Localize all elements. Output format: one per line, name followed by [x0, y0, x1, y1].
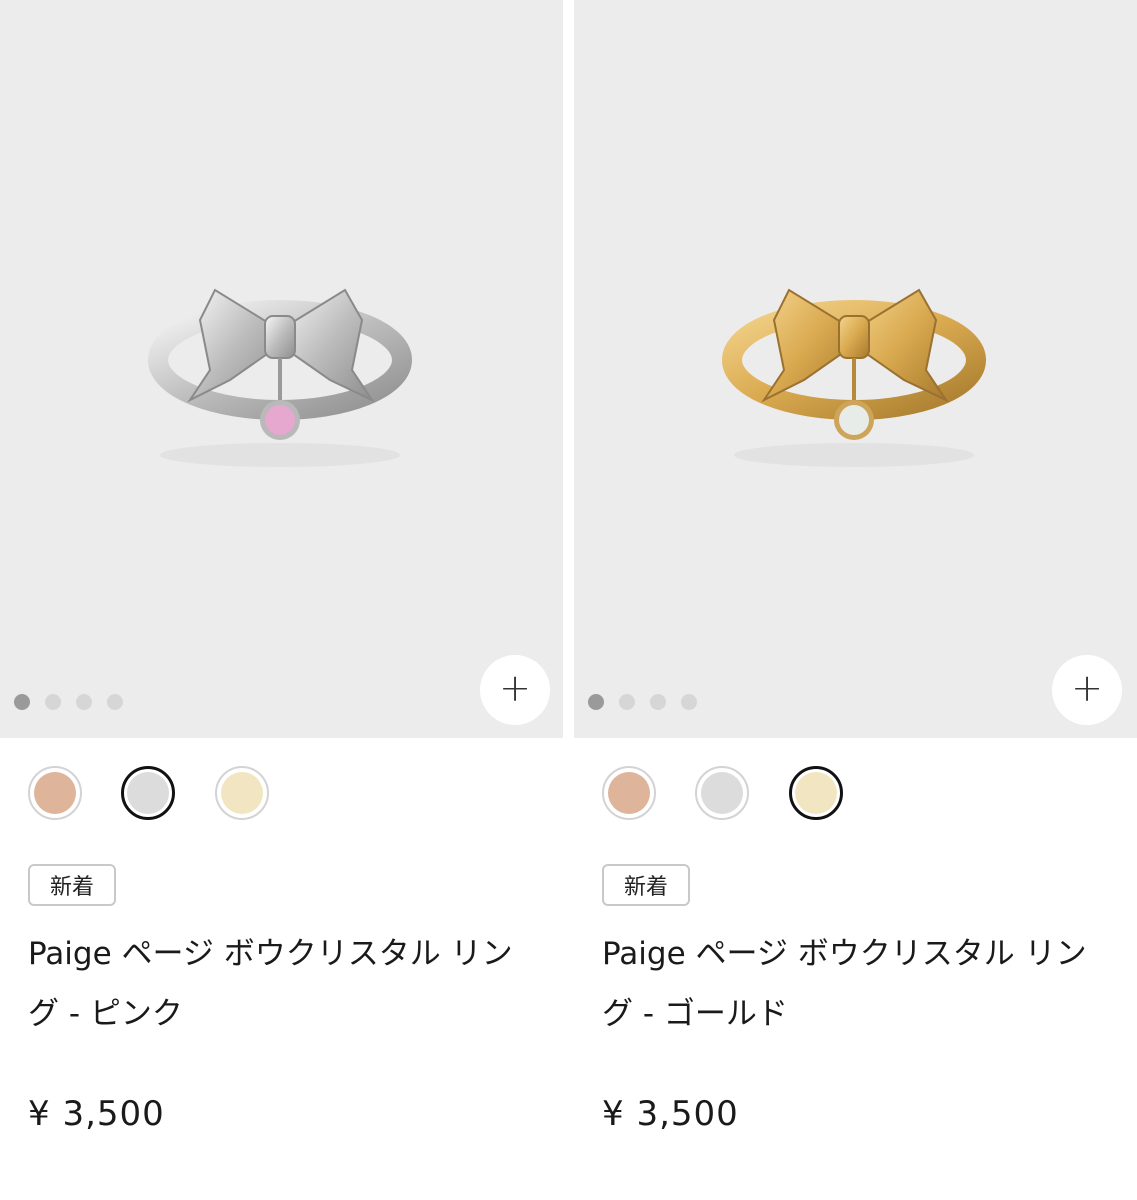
product-title[interactable]: Paige ページ ボウクリスタル リング - ゴールド	[602, 924, 1102, 1044]
swatch-fill	[701, 772, 743, 814]
product-title[interactable]: Paige ページ ボウクリスタル リング - ピンク	[28, 924, 528, 1044]
new-badge: 新着	[602, 864, 691, 906]
image-pagination-dots[interactable]	[14, 694, 123, 710]
new-badge: 新着	[28, 864, 117, 906]
product-price: ¥ 3,500	[602, 1094, 739, 1134]
swatch-fill	[608, 772, 650, 814]
swatch-silver[interactable]	[695, 766, 749, 820]
add-to-cart-button[interactable]: +	[1052, 655, 1122, 725]
swatch-silver[interactable]	[121, 766, 175, 820]
swatch-gold[interactable]	[215, 766, 269, 820]
product-price: ¥ 3,500	[28, 1094, 165, 1134]
swatch-rose-gold[interactable]	[28, 766, 82, 820]
image-pagination-dots[interactable]	[588, 694, 697, 710]
product-card[interactable]: + 新着 Paige ページ ボウクリスタル リング - ピンク ¥ 3,500	[0, 0, 563, 1200]
pagination-dot[interactable]	[619, 694, 635, 710]
plus-icon: +	[499, 666, 531, 710]
pagination-dot[interactable]	[14, 694, 30, 710]
swatch-gold[interactable]	[789, 766, 843, 820]
ring-image	[722, 288, 986, 467]
ring-image	[148, 288, 412, 467]
plus-icon: +	[1071, 666, 1103, 710]
swatch-fill	[34, 772, 76, 814]
pagination-dot[interactable]	[588, 694, 604, 710]
swatch-rose-gold[interactable]	[602, 766, 656, 820]
product-image[interactable]: +	[0, 0, 563, 738]
card-divider	[563, 0, 574, 1200]
pagination-dot[interactable]	[45, 694, 61, 710]
swatch-fill	[127, 772, 169, 814]
pagination-dot[interactable]	[681, 694, 697, 710]
swatch-fill	[795, 772, 837, 814]
product-image[interactable]: +	[574, 0, 1137, 738]
swatch-fill	[221, 772, 263, 814]
product-card[interactable]: + 新着 Paige ページ ボウクリスタル リング - ゴールド ¥ 3,50…	[574, 0, 1137, 1200]
pagination-dot[interactable]	[107, 694, 123, 710]
add-to-cart-button[interactable]: +	[480, 655, 550, 725]
pagination-dot[interactable]	[650, 694, 666, 710]
pagination-dot[interactable]	[76, 694, 92, 710]
